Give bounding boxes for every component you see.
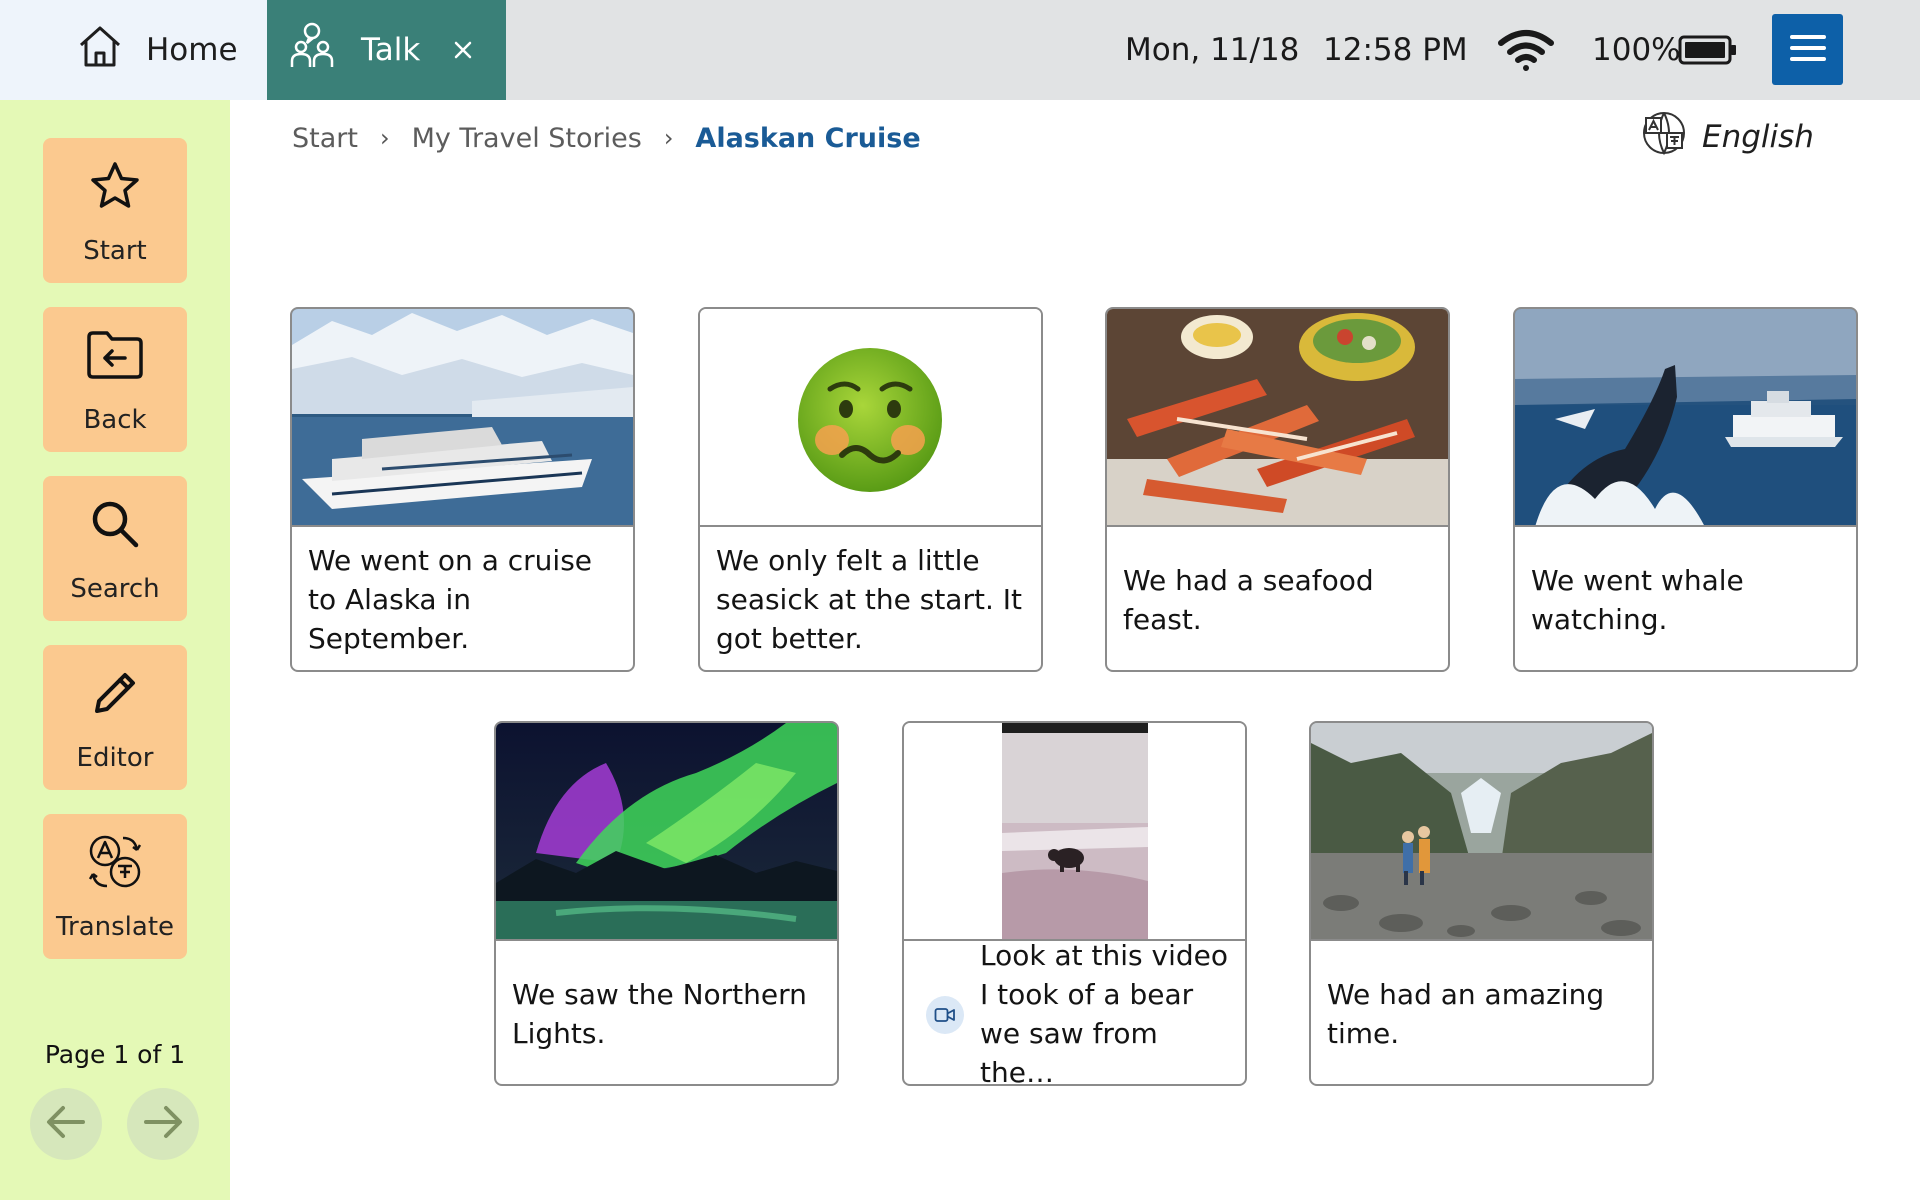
people-talking-icon — [287, 21, 337, 79]
sidebar-item-label: Start — [83, 236, 147, 266]
video-icon — [926, 996, 964, 1034]
card-caption: We had an amazing time. — [1327, 977, 1605, 1050]
sidebar-item-search[interactable]: Search — [43, 476, 187, 621]
story-card[interactable]: We had an amazing time. — [1309, 721, 1654, 1086]
tab-home[interactable]: Home — [0, 0, 267, 100]
sidebar-item-start[interactable]: Start — [43, 138, 187, 283]
folder-back-icon — [85, 325, 145, 385]
story-card[interactable]: Look at this video I took of a bear we s… — [902, 721, 1247, 1086]
house-icon — [76, 22, 124, 78]
crab-legs-feast-image — [1107, 309, 1448, 527]
next-page-button[interactable] — [127, 1088, 199, 1160]
pencil-icon — [85, 663, 145, 723]
bear-video-thumbnail — [904, 723, 1245, 941]
sidebar-item-label: Translate — [55, 912, 175, 942]
hamburger-menu-icon — [1789, 33, 1827, 67]
hikers-valley-image — [1311, 723, 1652, 941]
menu-button[interactable] — [1772, 14, 1843, 85]
breadcrumb-item-start[interactable]: Start — [292, 123, 358, 154]
sidebar-item-label: Search — [70, 574, 160, 604]
sidebar-item-translate[interactable]: Translate — [43, 814, 187, 959]
page-indicator: Page 1 of 1 — [44, 1040, 186, 1069]
tab-talk[interactable]: Talk — [267, 0, 506, 100]
card-caption: We had a seafood feast. — [1123, 563, 1374, 636]
wifi-icon — [1496, 0, 1556, 100]
card-caption: We only felt a little seasick at the sta… — [716, 544, 1022, 655]
language-icon — [1640, 109, 1688, 165]
sidebar-item-label: Back — [83, 405, 147, 435]
breadcrumb-current: Alaskan Cruise — [695, 122, 921, 154]
story-card[interactable]: We had a seafood feast. — [1105, 307, 1450, 672]
tab-talk-label: Talk — [361, 32, 421, 68]
card-caption: We went on a cruise to Alaska in Septemb… — [308, 544, 593, 655]
breadcrumb-item-travel-stories[interactable]: My Travel Stories — [412, 123, 642, 154]
story-card[interactable]: We went whale watching. — [1513, 307, 1858, 672]
nauseated-face-emoji — [700, 309, 1041, 527]
language-label: English — [1702, 119, 1814, 155]
status-date: Mon, 11/18 — [1125, 32, 1300, 68]
language-selector[interactable]: English — [1640, 112, 1814, 162]
top-bar: Home Talk Mon, 11/18 12:58 PM 100% — [0, 0, 1920, 100]
chevron-right-icon: › — [663, 124, 674, 152]
prev-page-button[interactable] — [30, 1088, 102, 1160]
whale-breaching-image — [1515, 309, 1856, 527]
breadcrumb: Start › My Travel Stories › Alaskan Crui… — [292, 118, 921, 158]
sidebar-item-label: Editor — [76, 743, 154, 773]
sidebar-item-editor[interactable]: Editor — [43, 645, 187, 790]
star-icon — [85, 156, 145, 216]
chevron-right-icon: › — [379, 124, 390, 152]
arrow-right-icon — [142, 1104, 184, 1144]
card-caption: We went whale watching. — [1531, 563, 1744, 636]
cruise-ship-glacier-image — [292, 309, 633, 527]
status-time: 12:58 PM — [1323, 32, 1468, 68]
northern-lights-image — [496, 723, 837, 941]
search-icon — [85, 494, 145, 554]
translate-icon — [85, 832, 145, 892]
story-card[interactable]: We only felt a little seasick at the sta… — [698, 307, 1043, 672]
story-card[interactable]: We saw the Northern Lights. — [494, 721, 839, 1086]
battery-icon — [1678, 0, 1738, 100]
tab-home-label: Home — [146, 32, 238, 68]
card-caption: We saw the Northern Lights. — [512, 977, 807, 1050]
battery-percent: 100% — [1592, 32, 1681, 68]
sidebar: Start Back Search Editor Translate Page … — [0, 100, 230, 1200]
story-card[interactable]: We went on a cruise to Alaska in Septemb… — [290, 307, 635, 672]
close-icon[interactable] — [446, 33, 480, 67]
sidebar-item-back[interactable]: Back — [43, 307, 187, 452]
arrow-left-icon — [45, 1104, 87, 1144]
